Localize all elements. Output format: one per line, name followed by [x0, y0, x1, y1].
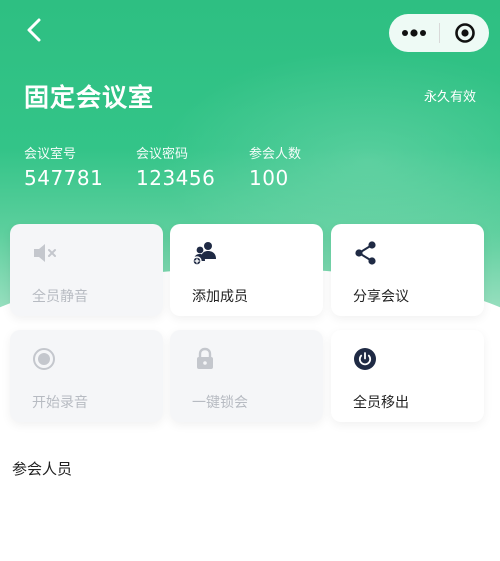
action-label: 开始录音 — [32, 395, 88, 411]
action-label: 全员静音 — [32, 289, 88, 305]
remove-all-button[interactable]: 全员移出 — [331, 330, 484, 422]
mute-icon — [34, 244, 56, 262]
close-mini-program-button[interactable] — [440, 14, 489, 52]
action-label: 一键锁会 — [192, 395, 248, 411]
power-icon — [354, 348, 376, 370]
stat-value: 100 — [249, 166, 289, 190]
validity-label: 永久有效 — [423, 90, 476, 105]
more-button[interactable] — [389, 14, 439, 52]
action-label: 分享会议 — [353, 289, 409, 305]
add-members-button[interactable]: 添加成员 — [170, 224, 323, 316]
more-dots-icon — [402, 29, 426, 37]
record-icon — [33, 348, 55, 370]
stat-label: 会议室号 — [24, 147, 77, 162]
back-button[interactable] — [16, 12, 52, 48]
share-meeting-button[interactable]: 分享会议 — [331, 224, 484, 316]
stat-room-number: 会议室号 547781 — [24, 143, 103, 190]
action-label: 添加成员 — [192, 289, 248, 305]
add-members-icon — [192, 242, 216, 266]
stat-value: 547781 — [24, 166, 104, 190]
chevron-left-icon — [27, 18, 41, 42]
target-icon — [454, 23, 475, 43]
stat-participant-count: 参会人数 100 — [249, 143, 301, 190]
action-label: 全员移出 — [353, 395, 409, 411]
lock-meeting-button[interactable]: 一键锁会 — [170, 330, 323, 422]
mute-all-button[interactable]: 全员静音 — [10, 224, 163, 316]
mini-program-capsule — [389, 14, 489, 52]
stat-label: 会议密码 — [136, 147, 189, 162]
stat-label: 参会人数 — [249, 147, 302, 162]
stat-password: 会议密码 123456 — [136, 143, 215, 190]
stat-value: 123456 — [136, 166, 216, 190]
share-icon — [355, 241, 376, 265]
lock-icon — [197, 347, 213, 369]
participants-section-title: 参会人员 — [12, 460, 73, 478]
start-recording-button[interactable]: 开始录音 — [10, 330, 163, 422]
page-title: 固定会议室 — [24, 83, 155, 112]
